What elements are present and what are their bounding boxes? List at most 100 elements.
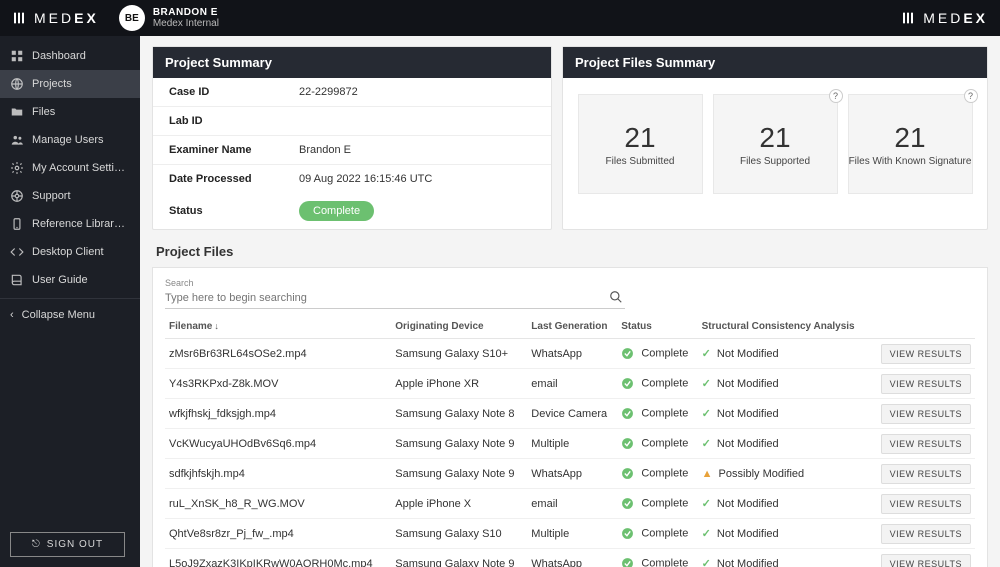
sidebar-item-label: Manage Users [32,134,130,146]
cell-filename: Y4s3RKPxd-Z8k.MOV [165,369,391,399]
cell-device: Samsung Galaxy S10+ [391,339,527,369]
check-circle-icon [621,527,634,539]
sidebar-item-support[interactable]: Support [0,182,140,210]
table-row: QhtVe8sr8zr_Pj_fw_.mp4Samsung Galaxy S10… [165,519,975,549]
cell-filename: L5oJ9ZxazK3IKpIKRwW0AQRH0Mc.mp4 [165,549,391,567]
check-icon: ✓ [702,558,711,567]
search-input[interactable] [165,288,625,309]
sidebar-item-projects[interactable]: Projects [0,70,140,98]
view-results-button[interactable]: VIEW RESULTS [881,554,971,567]
cell-status: Complete [617,429,697,459]
logo-text: MEDEX [923,10,988,26]
check-icon: ✓ [702,408,711,420]
cell-analysis: ✓ Not Modified [698,369,870,399]
device-icon [10,217,24,231]
summary-key: Case ID [169,86,299,98]
table-row: sdfkjhfskjh.mp4Samsung Galaxy Note 9What… [165,459,975,489]
cell-status: Complete [617,369,697,399]
user-block: BRANDON E Medex Internal [153,7,219,29]
table-row: wfkjfhskj_fdksjgh.mp4Samsung Galaxy Note… [165,399,975,429]
sidebar-item-user-guide[interactable]: User Guide [0,266,140,294]
table-row: Y4s3RKPxd-Z8k.MOVApple iPhone XRemail Co… [165,369,975,399]
search-icon[interactable] [609,290,623,304]
cell-analysis: ✓ Not Modified [698,339,870,369]
summary-key: Examiner Name [169,144,299,156]
user-name: BRANDON E [153,7,219,18]
summary-value: 09 Aug 2022 16:15:46 UTC [299,173,432,185]
check-icon: ✓ [702,528,711,540]
check-icon: ✓ [702,348,711,360]
sort-desc-icon: ↓ [214,321,219,331]
cell-analysis: ✓ Not Modified [698,489,870,519]
chevron-left-icon: ‹ [10,309,14,321]
grid-icon [10,49,24,63]
main-content: Project Summary Case ID22-2299872Lab IDE… [140,36,1000,567]
support-icon [10,189,24,203]
sidebar-item-label: User Guide [32,274,130,286]
sidebar-item-files[interactable]: Files [0,98,140,126]
project-files-title: Project Files [156,244,984,259]
cell-filename: sdfkjhfskjh.mp4 [165,459,391,489]
check-circle-icon [621,347,634,359]
table-row: zMsr6Br63RL64sOSe2.mp4Samsung Galaxy S10… [165,339,975,369]
summary-key: Date Processed [169,173,299,185]
sidebar-item-label: Support [32,190,130,202]
sidebar-item-reference-library-inventory[interactable]: Reference Library Inventory [0,210,140,238]
col-status[interactable]: Status [617,315,697,339]
stat-caption: Files With Known Signature [849,156,972,167]
col-last-gen[interactable]: Last Generation [527,315,617,339]
cell-status: Complete [617,519,697,549]
stat-card: ?21Files With Known Signature [848,94,973,194]
files-table: Filename↓ Originating Device Last Genera… [165,315,975,567]
project-summary-panel: Project Summary Case ID22-2299872Lab IDE… [152,46,552,230]
sign-out-button[interactable]: ⎋ SIGN OUT [10,532,125,557]
col-device[interactable]: Originating Device [391,315,527,339]
view-results-button[interactable]: VIEW RESULTS [881,434,971,454]
cell-filename: QhtVe8sr8zr_Pj_fw_.mp4 [165,519,391,549]
cell-status: Complete [617,489,697,519]
view-results-button[interactable]: VIEW RESULTS [881,524,971,544]
stat-number: 21 [759,122,790,154]
logo-right[interactable]: MEDEX [901,10,988,26]
sidebar-item-manage-users[interactable]: Manage Users [0,126,140,154]
warning-icon: ▲ [702,468,713,480]
folder-icon [10,105,24,119]
help-icon[interactable]: ? [829,89,843,103]
cell-device: Apple iPhone X [391,489,527,519]
view-results-button[interactable]: VIEW RESULTS [881,494,971,514]
view-results-button[interactable]: VIEW RESULTS [881,404,971,424]
sidebar-item-desktop-client[interactable]: Desktop Client [0,238,140,266]
cell-status: Complete [617,549,697,567]
signout-label: SIGN OUT [47,539,103,550]
logo-icon [901,10,917,26]
help-icon[interactable]: ? [964,89,978,103]
cell-filename: wfkjfhskj_fdksjgh.mp4 [165,399,391,429]
table-row: ruL_XnSK_h8_R_WG.MOVApple iPhone Xemail … [165,489,975,519]
check-circle-icon [621,467,634,479]
gear-icon [10,161,24,175]
files-summary-title: Project Files Summary [563,47,987,78]
globe-icon [10,77,24,91]
status-label: Status [169,205,299,217]
sidebar-item-dashboard[interactable]: Dashboard [0,42,140,70]
collapse-label: Collapse Menu [22,309,95,321]
collapse-menu[interactable]: ‹ Collapse Menu [0,298,140,331]
cell-device: Samsung Galaxy Note 9 [391,459,527,489]
stat-card: ?21Files Supported [713,94,838,194]
cell-filename: VcKWucyaUHOdBv6Sq6.mp4 [165,429,391,459]
sidebar-item-my-account-settings[interactable]: My Account Settings [0,154,140,182]
cell-status: Complete [617,339,697,369]
col-filename[interactable]: Filename↓ [165,315,391,339]
check-circle-icon [621,437,634,449]
cell-analysis: ✓ Not Modified [698,399,870,429]
cell-status: Complete [617,459,697,489]
avatar[interactable]: BE [119,5,145,31]
view-results-button[interactable]: VIEW RESULTS [881,374,971,394]
stat-number: 21 [894,122,925,154]
col-analysis[interactable]: Structural Consistency Analysis [698,315,870,339]
logo-left[interactable]: MEDEX [12,10,99,26]
summary-value: 22-2299872 [299,86,358,98]
view-results-button[interactable]: VIEW RESULTS [881,344,971,364]
cell-last-gen: Multiple [527,519,617,549]
view-results-button[interactable]: VIEW RESULTS [881,464,971,484]
